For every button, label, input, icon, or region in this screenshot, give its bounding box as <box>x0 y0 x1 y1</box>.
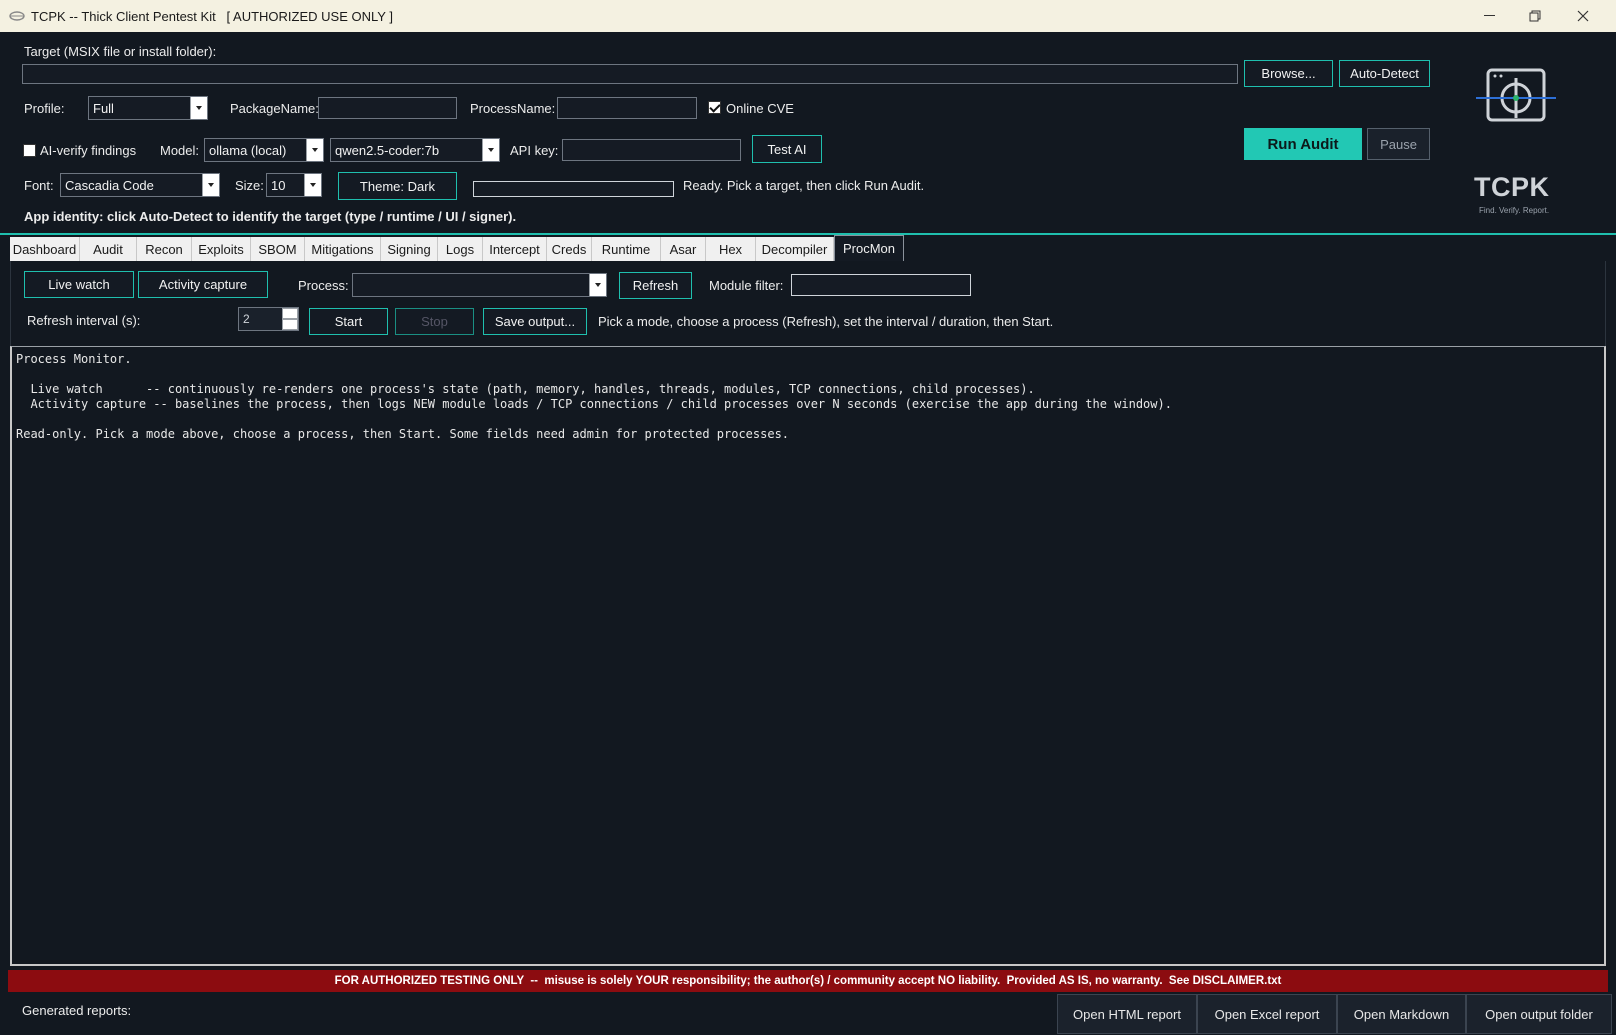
open-excel-report-button[interactable]: Open Excel report <box>1197 994 1337 1034</box>
close-icon <box>1577 10 1589 22</box>
browse-button[interactable]: Browse... <box>1244 60 1333 87</box>
spin-up-icon[interactable] <box>282 308 298 319</box>
process-name-label: ProcessName: <box>470 101 556 116</box>
chevron-down-icon <box>482 139 499 161</box>
size-value: 10 <box>271 178 286 193</box>
status-text: Ready. Pick a target, then click Run Aud… <box>683 178 925 193</box>
model-label: Model: <box>160 143 200 158</box>
tab-strip: Dashboard Audit Recon Exploits SBOM Miti… <box>10 235 1606 261</box>
tab-exploits[interactable]: Exploits <box>192 237 251 261</box>
process-name-input[interactable] <box>557 97 697 119</box>
output-line: Live watch -- continuously re-renders on… <box>16 382 1035 396</box>
refresh-interval-spinner[interactable]: 2 <box>238 307 299 331</box>
title-bar: TCPK -- Thick Client Pentest Kit [ AUTHO… <box>0 0 1616 32</box>
pause-button[interactable]: Pause <box>1367 128 1430 160</box>
run-audit-button[interactable]: Run Audit <box>1244 128 1362 160</box>
tab-runtime[interactable]: Runtime <box>592 237 661 261</box>
module-filter-label: Module filter: <box>709 278 784 293</box>
chevron-down-icon <box>202 174 219 196</box>
chevron-down-icon <box>190 97 207 119</box>
logo-tagline: Find. Verify. Report. <box>1479 206 1550 215</box>
app-identity-text: App identity: click Auto-Detect to ident… <box>24 209 517 224</box>
tab-dashboard[interactable]: Dashboard <box>10 237 80 261</box>
tab-logs[interactable]: Logs <box>438 237 483 261</box>
open-markdown-button[interactable]: Open Markdown <box>1337 994 1466 1034</box>
font-value: Cascadia Code <box>65 178 154 193</box>
tab-recon[interactable]: Recon <box>137 237 192 261</box>
minimize-icon <box>1483 15 1495 16</box>
model-name-select[interactable]: qwen2.5-coder:7b <box>330 138 500 162</box>
output-line: Process Monitor. <box>16 352 132 366</box>
process-label: Process: <box>298 278 349 293</box>
chevron-down-icon <box>589 274 606 296</box>
process-select[interactable] <box>352 273 607 297</box>
output-line: Read-only. Pick a mode above, choose a p… <box>16 427 790 441</box>
size-select[interactable]: 10 <box>266 173 322 197</box>
procmon-output[interactable]: Process Monitor. Live watch -- continuou… <box>10 346 1606 966</box>
config-panel: Target (MSIX file or install folder): Br… <box>0 32 1616 235</box>
chevron-down-icon <box>306 139 323 161</box>
tab-creds[interactable]: Creds <box>547 237 592 261</box>
profile-value: Full <box>93 101 114 116</box>
refresh-interval-label: Refresh interval (s): <box>27 313 141 328</box>
theme-toggle-button[interactable]: Theme: Dark <box>338 172 457 200</box>
size-label: Size: <box>235 178 264 193</box>
test-ai-button[interactable]: Test AI <box>752 135 822 163</box>
tab-intercept[interactable]: Intercept <box>483 237 547 261</box>
minimize-button[interactable] <box>1466 0 1512 32</box>
online-cve-label: Online CVE <box>726 101 794 116</box>
tab-mitigations[interactable]: Mitigations <box>305 237 381 261</box>
tab-procmon[interactable]: ProcMon <box>834 235 904 261</box>
open-output-folder-button[interactable]: Open output folder <box>1466 994 1612 1034</box>
save-output-button[interactable]: Save output... <box>483 308 587 335</box>
window-title: TCPK -- Thick Client Pentest Kit [ AUTHO… <box>31 9 393 24</box>
tcpk-logo-icon <box>1476 68 1556 122</box>
tab-sbom[interactable]: SBOM <box>251 237 305 261</box>
refresh-button[interactable]: Refresh <box>619 272 692 299</box>
profile-label: Profile: <box>24 101 65 116</box>
procmon-hint: Pick a mode, choose a process (Refresh),… <box>598 314 1054 329</box>
tab-decompiler[interactable]: Decompiler <box>756 237 834 261</box>
app-icon <box>9 11 25 21</box>
activity-capture-button[interactable]: Activity capture <box>138 271 268 298</box>
output-line: Activity capture -- baselines the proces… <box>16 397 1172 411</box>
model-name-value: qwen2.5-coder:7b <box>335 143 440 158</box>
module-filter-input[interactable] <box>791 274 971 296</box>
ai-verify-checkbox[interactable] <box>23 144 36 157</box>
tab-hex[interactable]: Hex <box>706 237 756 261</box>
tab-audit[interactable]: Audit <box>80 237 137 261</box>
close-button[interactable] <box>1560 0 1606 32</box>
generated-reports-label: Generated reports: <box>22 1003 132 1018</box>
online-cve-checkbox[interactable] <box>708 101 721 114</box>
target-input[interactable] <box>22 64 1238 84</box>
procmon-controls: Live watch Activity capture Process: Ref… <box>10 261 1606 346</box>
font-label: Font: <box>24 178 54 193</box>
refresh-interval-value: 2 <box>243 312 250 326</box>
package-name-input[interactable] <box>318 97 457 119</box>
open-html-report-button[interactable]: Open HTML report <box>1057 994 1197 1034</box>
ai-verify-label: AI-verify findings <box>40 143 137 158</box>
progress-bar <box>473 181 674 197</box>
disclaimer-banner: FOR AUTHORIZED TESTING ONLY -- misuse is… <box>8 970 1608 992</box>
start-button[interactable]: Start <box>309 308 388 335</box>
font-select[interactable]: Cascadia Code <box>60 173 220 197</box>
tab-asar[interactable]: Asar <box>661 237 706 261</box>
live-watch-button[interactable]: Live watch <box>24 271 134 298</box>
model-provider-select[interactable]: ollama (local) <box>204 138 324 162</box>
auto-detect-button[interactable]: Auto-Detect <box>1339 60 1430 87</box>
model-provider-value: ollama (local) <box>209 143 287 158</box>
chevron-down-icon <box>304 174 321 196</box>
tab-signing[interactable]: Signing <box>381 237 438 261</box>
stop-button[interactable]: Stop <box>395 308 474 335</box>
restore-button[interactable] <box>1512 0 1558 32</box>
profile-select[interactable]: Full <box>88 96 208 120</box>
restore-icon <box>1529 10 1541 22</box>
logo-title: TCPK <box>1474 172 1550 202</box>
spin-down-icon[interactable] <box>282 319 298 330</box>
package-name-label: PackageName: <box>230 101 319 116</box>
api-key-label: API key: <box>510 143 559 158</box>
target-label: Target (MSIX file or install folder): <box>24 44 217 59</box>
api-key-input[interactable] <box>562 139 741 161</box>
